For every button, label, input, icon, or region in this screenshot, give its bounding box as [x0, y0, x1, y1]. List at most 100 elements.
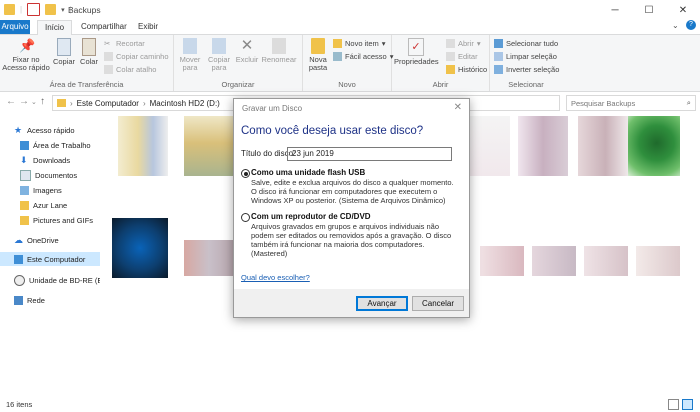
- desktop-icon: [20, 140, 29, 150]
- history-button[interactable]: Histórico: [446, 65, 487, 74]
- computer-icon: [14, 254, 23, 264]
- sidebar-item-quick-access[interactable]: ★ Acesso rápido: [0, 123, 114, 137]
- cancel-button[interactable]: Cancelar: [412, 296, 464, 311]
- file-thumbnail[interactable]: [112, 218, 168, 278]
- delete-x-icon: ✕: [240, 37, 254, 54]
- sidebar-item-label: Acesso rápido: [27, 125, 75, 135]
- star-icon: ★: [14, 124, 23, 135]
- new-item-button[interactable]: Novo item ▾: [333, 39, 386, 48]
- forward-arrow-icon[interactable]: →: [19, 96, 29, 107]
- chevron-down-icon: ▾: [476, 39, 481, 48]
- recent-chevron-icon[interactable]: ⌄: [31, 98, 37, 106]
- open-button[interactable]: Abrir ▾: [446, 39, 481, 48]
- new-folder-big-icon: [311, 38, 325, 54]
- close-icon[interactable]: ✕: [666, 0, 700, 20]
- organize-group-label: Organizar: [221, 80, 255, 89]
- copy-path-button[interactable]: Copiar caminho: [104, 52, 169, 61]
- copy-button[interactable]: Copiar: [51, 38, 77, 66]
- item-count: 16 itens: [6, 400, 33, 409]
- select-all-label: Selecionar tudo: [506, 39, 559, 48]
- easy-access-label: Fácil acesso: [345, 52, 387, 61]
- close-icon[interactable]: ✕: [454, 102, 462, 113]
- option-usb-title[interactable]: Como uma unidade flash USB: [251, 168, 365, 177]
- paste-label: Colar: [80, 57, 98, 66]
- window-title: Backups: [68, 5, 101, 15]
- file-thumbnail[interactable]: [184, 116, 234, 176]
- dialog-heading: Como você deseja usar este disco?: [241, 125, 424, 137]
- move-to-label: Mover para: [179, 55, 201, 72]
- help-choose-link[interactable]: Qual devo escolher?: [241, 273, 310, 282]
- invert-selection-button[interactable]: Inverter seleção: [494, 65, 559, 74]
- navigation-pane: ★ Acesso rápido Área de Trabalho 📌 ⬇ Dow…: [0, 114, 114, 396]
- tab-compartilhar[interactable]: Compartilhar: [74, 20, 134, 34]
- edit-button[interactable]: Editar: [446, 52, 478, 61]
- cut-button[interactable]: ✂ Recortar: [104, 39, 145, 48]
- file-thumbnail[interactable]: [518, 116, 568, 176]
- details-view-icon[interactable]: [668, 399, 679, 410]
- sidebar-item-onedrive[interactable]: ☁ OneDrive: [0, 233, 114, 247]
- select-none-icon: [494, 52, 503, 61]
- select-all-button[interactable]: Selecionar tudo: [494, 39, 558, 48]
- delete-label: Excluir: [235, 55, 259, 64]
- pin-quick-access-button[interactable]: 📌 Fixar no Acesso rápido: [2, 38, 50, 72]
- tab-exibir[interactable]: Exibir: [131, 20, 165, 34]
- tab-inicio[interactable]: Início: [37, 20, 73, 36]
- customize-qat-chevron-icon[interactable]: ▾: [61, 6, 65, 14]
- disc-title-input[interactable]: 23 jun 2019: [287, 147, 452, 161]
- option-cd-radio[interactable]: [241, 213, 250, 222]
- sidebar-item-bd-drive[interactable]: Unidade de BD-RE (E:: [0, 273, 114, 287]
- next-button[interactable]: Avançar: [356, 296, 408, 311]
- minimize-icon[interactable]: ─: [598, 0, 632, 20]
- paste-shortcut-label: Colar atalho: [116, 65, 157, 74]
- breadcrumb-drive[interactable]: Macintosh HD2 (D:): [150, 99, 220, 108]
- dialog-title: Gravar um Disco: [242, 104, 303, 113]
- back-arrow-icon[interactable]: ←: [6, 96, 16, 107]
- cloud-icon: ☁: [14, 234, 23, 245]
- file-thumbnail[interactable]: [532, 246, 576, 276]
- properties-button[interactable]: ✓ Propriedades: [394, 38, 439, 66]
- move-to-button[interactable]: Mover para: [176, 38, 204, 72]
- search-box[interactable]: Pesquisar Backups ⌕: [566, 95, 696, 111]
- file-thumbnail[interactable]: [578, 116, 628, 176]
- breadcrumb-this-pc[interactable]: Este Computador: [77, 99, 139, 108]
- paste-shortcut-icon: [104, 65, 113, 74]
- new-folder-icon[interactable]: [45, 4, 57, 15]
- select-none-button[interactable]: Limpar seleção: [494, 52, 557, 61]
- file-thumbnail[interactable]: [636, 246, 680, 276]
- maximize-icon[interactable]: ☐: [632, 0, 666, 20]
- file-thumbnail[interactable]: [184, 240, 234, 276]
- copy-path-label: Copiar caminho: [116, 52, 169, 61]
- ribbon: 📌 Fixar no Acesso rápido Copiar Colar ✂ R…: [0, 35, 700, 92]
- file-thumbnail[interactable]: [628, 116, 680, 176]
- file-thumbnail[interactable]: [118, 116, 168, 176]
- properties-check-icon[interactable]: [27, 3, 41, 16]
- copy-path-icon: [104, 52, 113, 61]
- history-label: Histórico: [458, 65, 488, 74]
- breadcrumb-separator: ›: [142, 98, 146, 108]
- large-icons-view-icon[interactable]: [682, 399, 693, 410]
- title-bar: | ▾ | Backups ─ ☐ ✕: [0, 0, 700, 20]
- copy-to-button[interactable]: Copiar para: [205, 38, 233, 72]
- file-thumbnail[interactable]: [480, 246, 524, 276]
- new-folder-button[interactable]: Nova pasta: [305, 38, 331, 72]
- paste-shortcut-button[interactable]: Colar atalho: [104, 65, 156, 74]
- paste-button[interactable]: Colar: [78, 38, 100, 66]
- folder-icon: [4, 4, 15, 15]
- tab-arquivo[interactable]: Arquivo: [0, 20, 30, 34]
- search-input[interactable]: Pesquisar Backups: [571, 99, 635, 108]
- sidebar-item-network[interactable]: Rede: [0, 293, 114, 307]
- delete-button[interactable]: ✕ Excluir: [235, 38, 259, 64]
- option-usb-radio[interactable]: [241, 169, 250, 178]
- rename-button[interactable]: Renomear: [260, 38, 298, 64]
- sidebar-item-this-pc[interactable]: Este Computador: [0, 252, 114, 266]
- up-arrow-icon[interactable]: ↑: [40, 96, 45, 107]
- open-group: ✓ Propriedades Abrir ▾ Editar Histórico A…: [392, 35, 490, 91]
- help-icon[interactable]: ?: [686, 20, 696, 30]
- chevron-down-icon: ▾: [381, 39, 386, 48]
- option-cd-title[interactable]: Com um reprodutor de CD/DVD: [251, 212, 371, 221]
- copy-icon: [57, 38, 71, 56]
- select-group-label: Selecionar: [508, 80, 544, 89]
- easy-access-button[interactable]: Fácil acesso ▾: [333, 52, 393, 61]
- expand-ribbon-chevron-icon[interactable]: ⌄: [672, 21, 679, 30]
- file-thumbnail[interactable]: [584, 246, 628, 276]
